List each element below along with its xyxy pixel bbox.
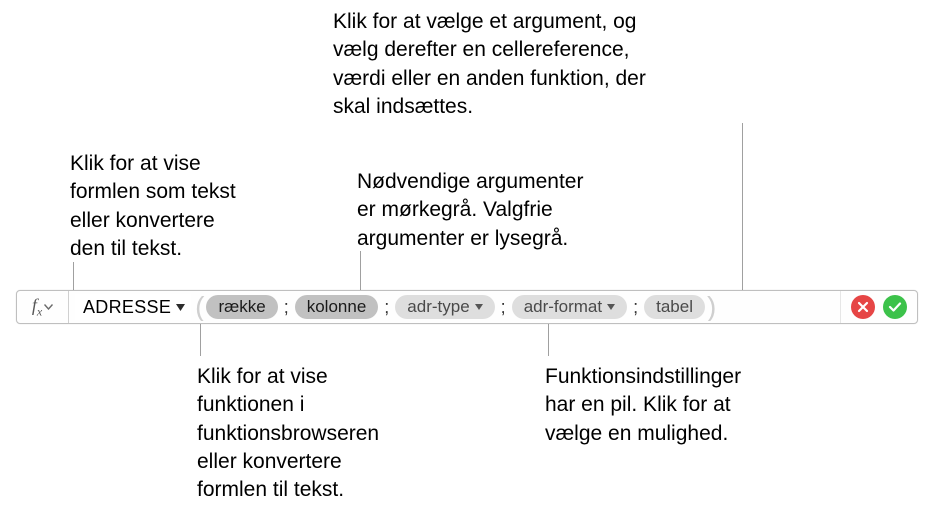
arg-token-adr-format[interactable]: adr-format [512,295,627,319]
arg-label: adr-format [524,297,602,317]
arg-token-row[interactable]: række [206,295,277,319]
chevron-down-icon [44,304,53,310]
close-icon [857,301,869,313]
formula-actions [840,291,917,323]
check-icon [888,301,902,313]
triangle-down-icon [607,304,615,310]
arg-token-table[interactable]: tabel [644,295,705,319]
cancel-button[interactable] [851,295,875,319]
formula-editor-bar: fx ADRESSE ( række ; kolonne ; adr-type … [16,290,918,324]
confirm-button[interactable] [883,295,907,319]
function-name-label: ADRESSE [83,297,171,318]
callout-function-browser: Klik for at visefunktionen ifunktionsbro… [197,363,457,505]
triangle-down-icon [475,304,483,310]
arg-separator: ; [627,297,644,318]
fx-icon: fx [32,295,42,320]
open-paren: ( [193,293,206,321]
callout-settings-arrow: Funktionsindstillingerhar en pil. Klik f… [545,363,845,448]
triangle-down-icon [176,304,185,311]
arg-token-col[interactable]: kolonne [295,295,379,319]
function-name-token[interactable]: ADRESSE [75,294,191,320]
callout-fx-toggle: Klik for at viseformlen som teksteller k… [70,150,330,263]
fx-menu-button[interactable]: fx [17,291,69,323]
arg-label: kolonne [307,297,367,317]
arg-token-adr-type[interactable]: adr-type [395,295,494,319]
leader-line [742,123,743,290]
leader-line [360,251,361,290]
callout-select-argument: Klik for at vælge et argument, ogvælg de… [333,8,753,121]
arg-label: adr-type [407,297,469,317]
arg-label: tabel [656,297,693,317]
arg-separator: ; [495,297,512,318]
close-paren: ) [705,293,718,321]
leader-line [73,262,74,290]
callout-required-optional: Nødvendige argumenterer mørkegrå. Valgfr… [357,168,657,253]
arg-separator: ; [278,297,295,318]
arg-separator: ; [378,297,395,318]
leader-line [200,320,201,356]
formula-content[interactable]: ADRESSE ( række ; kolonne ; adr-type ; a… [69,293,840,321]
arg-label: række [218,297,265,317]
leader-line [548,320,549,356]
